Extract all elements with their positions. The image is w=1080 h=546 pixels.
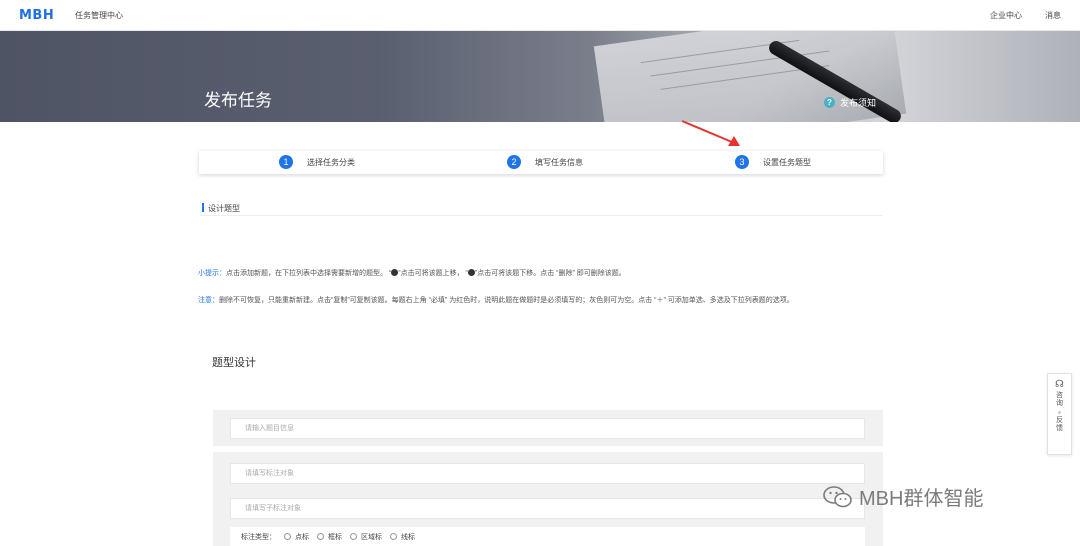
- nav-task-center[interactable]: 任务管理中心: [75, 10, 123, 21]
- radio-box[interactable]: [317, 533, 324, 540]
- radio-line[interactable]: [390, 533, 397, 540]
- side-separator: [1058, 411, 1061, 414]
- page: MBH 任务管理中心 企业中心 消息 发布任务 ? 发布须知 1 选择任务分类 …: [0, 0, 1080, 546]
- step-progress: 1 选择任务分类 2 填写任务信息 3 设置任务题型: [199, 151, 883, 174]
- wechat-icon: [823, 485, 852, 507]
- banner: 发布任务 ? 发布须知: [0, 31, 1080, 122]
- step-label: 填写任务信息: [535, 157, 583, 167]
- note-text-body: 删除不可恢复，只能重新新建。点击“复制”可复制该题。每题右上角 “必填” 为红色…: [219, 297, 794, 304]
- note-text: 注意：删除不可恢复，只能重新新建。点击“复制”可复制该题。每题右上角 “必填” …: [198, 295, 888, 306]
- question-block: 请输入题目信息: [213, 410, 883, 446]
- question-icon: ?: [824, 97, 835, 108]
- step-3[interactable]: 3 设置任务题型: [735, 155, 811, 169]
- annotation-type-row: 标注类型： 点标 框标 区域标 线标: [230, 527, 865, 546]
- radio-label: 框标: [328, 533, 342, 541]
- section-marker: [202, 203, 204, 212]
- nav-enterprise-center[interactable]: 企业中心: [990, 10, 1022, 21]
- annotation-type-label: 标注类型：: [241, 533, 276, 541]
- tip-text-part: ”点击可将该题上移， “: [398, 270, 468, 277]
- section-title: 设计题型: [208, 204, 240, 213]
- note-label: 注意：: [198, 297, 219, 304]
- step-1[interactable]: 1 选择任务分类: [279, 155, 355, 169]
- feedback-button[interactable]: 反馈: [1056, 417, 1064, 433]
- top-nav: MBH 任务管理中心 企业中心 消息: [0, 0, 1080, 31]
- nav-messages[interactable]: 消息: [1045, 10, 1061, 21]
- logo[interactable]: MBH: [19, 8, 54, 23]
- tip-text: 小提示：点击添加新题，在下拉列表中选择需要新增的题型。 “ ”点击可将该题上移， …: [198, 268, 888, 278]
- tip-label: 小提示：: [198, 270, 226, 277]
- side-float-panel: ☊ 咨询 反馈: [1047, 373, 1072, 455]
- radio-label: 区域标: [361, 533, 382, 541]
- step-2[interactable]: 2 填写任务信息: [507, 155, 583, 169]
- tip-text-part: 点击添加新题，在下拉列表中选择需要新增的题型。 “: [226, 270, 392, 277]
- tip-text-part: ”点击可将该题下移。点击 “删除” 即可删除该题。: [474, 270, 626, 277]
- consult-button[interactable]: 咨询: [1056, 392, 1064, 408]
- target-input[interactable]: 请填写标注对象: [230, 463, 865, 484]
- red-arrow-icon: [681, 120, 740, 146]
- question-input[interactable]: 请输入题目信息: [230, 418, 865, 439]
- step-label: 设置任务题型: [763, 157, 811, 167]
- step-number: 1: [279, 155, 293, 169]
- section-divider: [200, 215, 883, 216]
- sub-target-input[interactable]: 请填写子标注对象: [230, 498, 865, 519]
- watermark-text: MBH群体智能: [859, 488, 984, 510]
- publish-notice-label: 发布须知: [840, 98, 877, 108]
- radio-label: 点标: [295, 533, 309, 541]
- radio-region[interactable]: [350, 533, 357, 540]
- step-label: 选择任务分类: [307, 157, 355, 167]
- design-title: 题型设计: [212, 357, 256, 369]
- radio-point[interactable]: [284, 533, 291, 540]
- step-number: 2: [507, 155, 521, 169]
- watermark: MBH群体智能: [823, 482, 983, 511]
- publish-notice-link[interactable]: ? 发布须知: [824, 96, 876, 109]
- headset-icon: ☊: [1055, 379, 1064, 390]
- page-title: 发布任务: [204, 91, 272, 110]
- move-down-icon: [467, 269, 475, 276]
- step-number: 3: [735, 155, 749, 169]
- radio-label: 线标: [401, 533, 415, 541]
